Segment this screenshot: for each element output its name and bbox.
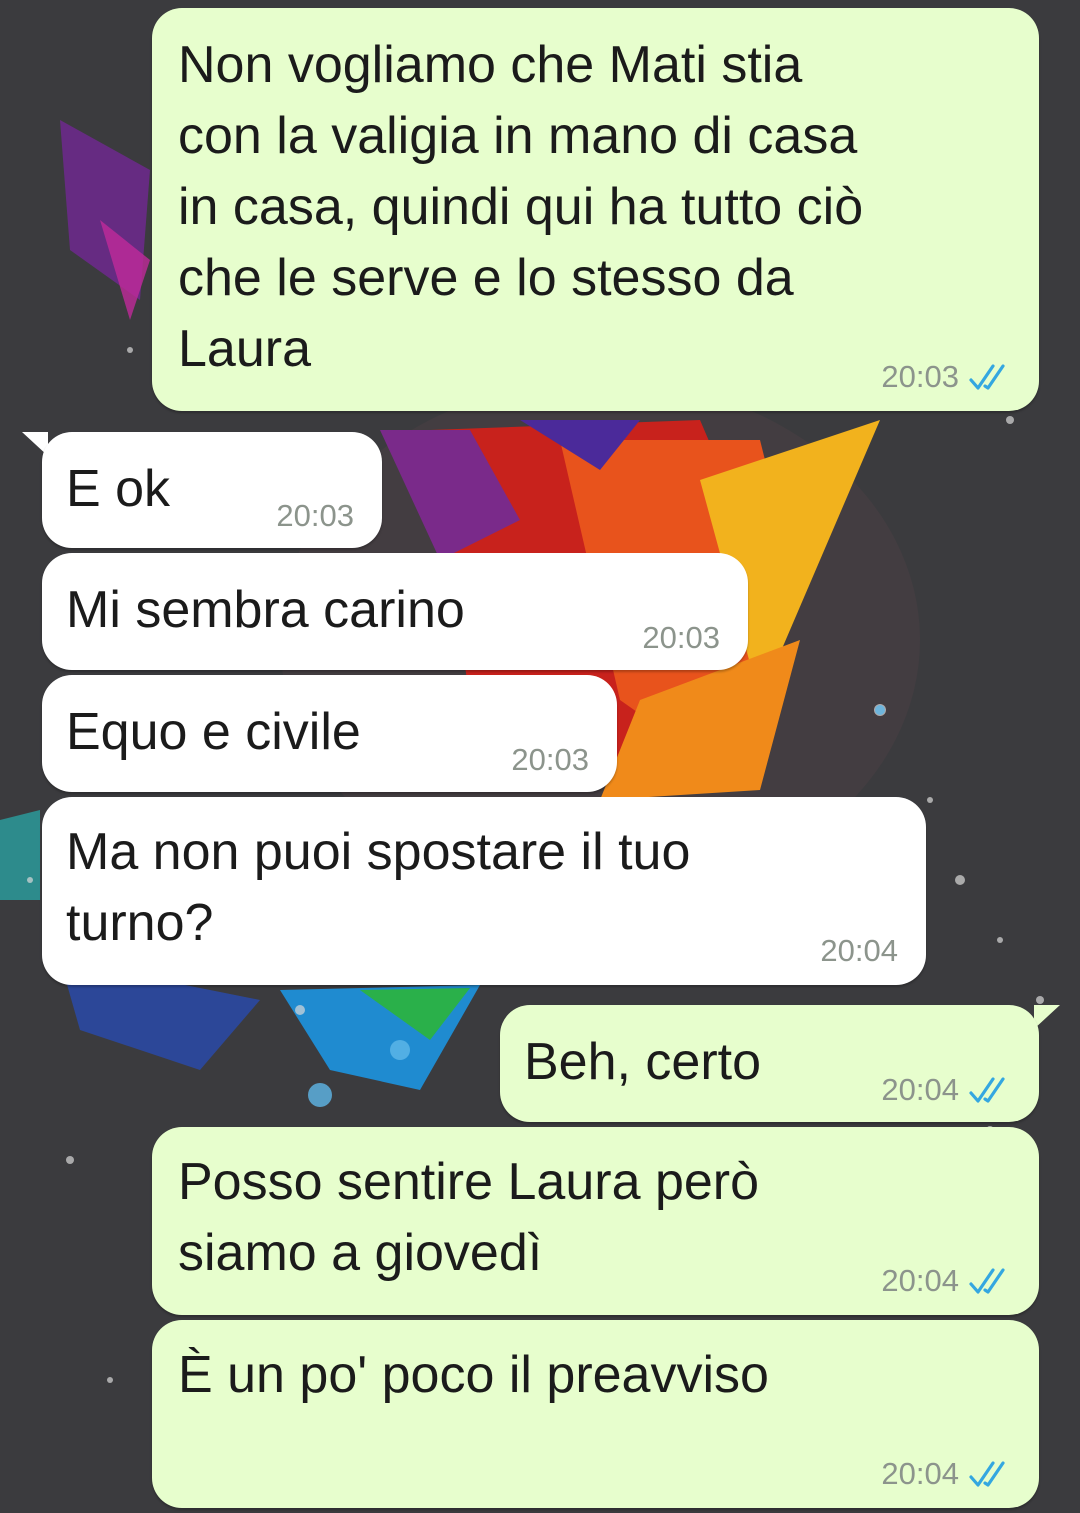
message-time: 20:04 [881, 1263, 959, 1298]
message-bubble-outgoing[interactable]: Posso sentire Laura però siamo a giovedì… [152, 1127, 1039, 1315]
double-check-icon [969, 1461, 1005, 1487]
message-time: 20:04 [820, 933, 898, 968]
message-bubble-outgoing[interactable]: È un po' poco il preavviso 20:04 [152, 1320, 1039, 1508]
message-bubble-incoming[interactable]: Ma non puoi spostare il tuo turno? 20:04 [42, 797, 926, 985]
double-check-icon [969, 1268, 1005, 1294]
message-time: 20:03 [642, 620, 720, 655]
message-text: Equo e civile [66, 703, 361, 761]
double-check-icon [969, 364, 1005, 390]
message-meta: 20:04 [820, 933, 898, 969]
message-text: Mi sembra carino [66, 581, 465, 639]
message-meta: 20:03 [276, 498, 354, 534]
message-meta: 20:03 [642, 620, 720, 656]
bubble-tail [1034, 1005, 1060, 1029]
message-text: Beh, certo [524, 1033, 762, 1091]
message-meta: 20:03 [511, 742, 589, 778]
message-bubble-outgoing[interactable]: Beh, certo 20:04 [500, 1005, 1039, 1122]
message-text: È un po' poco il preavviso [178, 1346, 769, 1404]
message-meta: 20:04 [881, 1072, 1015, 1108]
message-text: Non vogliamo che Mati stia con la valigi… [178, 36, 864, 378]
message-text: Posso sentire Laura però siamo a giovedì [178, 1153, 760, 1282]
message-time: 20:03 [881, 359, 959, 394]
message-time: 20:03 [511, 742, 589, 777]
double-check-icon [969, 1077, 1005, 1103]
message-text: Ma non puoi spostare il tuo turno? [66, 823, 691, 952]
message-meta: 20:04 [881, 1456, 1015, 1492]
message-bubble-incoming[interactable]: Equo e civile 20:03 [42, 675, 617, 792]
message-bubble-incoming[interactable]: Mi sembra carino 20:03 [42, 553, 748, 670]
message-meta: 20:03 [881, 359, 1015, 395]
message-meta: 20:04 [881, 1263, 1015, 1299]
message-time: 20:03 [276, 498, 354, 533]
message-time: 20:04 [881, 1072, 959, 1107]
message-time: 20:04 [881, 1456, 959, 1491]
message-bubble-incoming[interactable]: E ok 20:03 [42, 432, 382, 548]
message-bubble-outgoing[interactable]: Non vogliamo che Mati stia con la valigi… [152, 8, 1039, 411]
message-text: E ok [66, 460, 171, 518]
